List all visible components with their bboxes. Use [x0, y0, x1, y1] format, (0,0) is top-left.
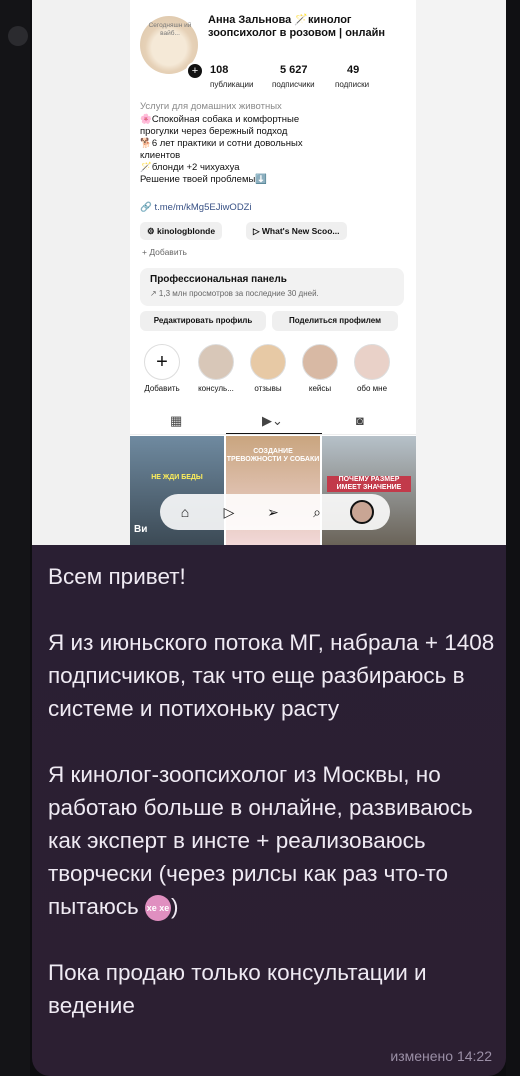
professional-dashboard: Профессиональная панель ↗ 1,3 млн просмо…	[140, 268, 404, 306]
avatar-note: Сегодняшн ий вайб...	[148, 22, 192, 37]
search-icon: ⌕	[313, 504, 321, 520]
tagged-icon: ◙	[356, 413, 364, 428]
stat-following-value: 49	[347, 64, 360, 76]
highlight-label: консуль...	[198, 384, 234, 393]
reels-nav-icon: ▷	[223, 504, 235, 520]
paragraph-about-closing: )	[171, 894, 179, 919]
highlight-label: кейсы	[308, 384, 332, 393]
profile-name: Анна Зальнова 🪄кинолог зоопсихолог в роз…	[208, 14, 386, 39]
profile-tabs: ▦ ▶⌄ ◙	[130, 408, 416, 435]
paragraph-intro: Я из июньского потока МГ, набрала + 1408…	[48, 630, 495, 721]
profile-category: Услуги для домашних животных	[140, 101, 282, 112]
share-profile-button: Поделиться профилем	[272, 311, 398, 331]
post-caption: НЕ ЖДИ БЕДЫ	[151, 474, 203, 481]
stat-following-label: подписки	[335, 80, 370, 89]
profile-bio: 🌸Спокойная собака и комфортные прогулки …	[140, 114, 303, 185]
paragraph-sales: Пока продаю только консультации и ведени…	[48, 960, 427, 1018]
highlight-add: + Добавить	[142, 344, 182, 393]
dashboard-title: Профессиональная панель	[150, 274, 287, 285]
add-button: + Добавить	[142, 247, 187, 257]
highlight-thumb	[250, 344, 286, 380]
attached-screenshot[interactable]: Сегодняшн ий вайб... + Анна Зальнова 🪄ки…	[32, 0, 506, 545]
post-caption: СОЗДАНИЕ ТРЕВОЖНОСТИ У СОБАКИ	[226, 448, 320, 463]
profile-icon	[350, 500, 374, 524]
dashboard-subtitle: ↗ 1,3 млн просмотров за последние 30 дне…	[150, 289, 319, 298]
stat-followers-label: подписчики	[272, 80, 315, 89]
highlight-label: обо мне	[356, 384, 388, 393]
highlight-label: Добавить	[144, 384, 180, 393]
stat-posts-label: публикации	[210, 80, 254, 89]
highlight-label: отзывы	[254, 384, 282, 393]
chat-left-gutter	[0, 0, 30, 1076]
add-story-icon: +	[186, 62, 204, 80]
screenshot-margin-left	[32, 0, 130, 545]
reels-icon: ▶⌄	[262, 413, 283, 428]
paragraph-greeting: Всем привет!	[48, 564, 186, 589]
home-icon: ⌂	[180, 504, 190, 520]
screenshot-margin-right	[416, 0, 506, 545]
laughing-emoji-icon: xe xe	[145, 895, 172, 922]
post-caption: ПОЧЕМУ РАЗМЕР ИМЕЕТ ЗНАЧЕНИЕ	[327, 476, 411, 492]
grid-icon: ▦	[170, 413, 183, 428]
highlight-thumb	[198, 344, 234, 380]
highlight-thumb	[302, 344, 338, 380]
highlight-item: отзывы	[248, 344, 288, 393]
paragraph-about: Я кинолог-зоопсихолог из Москвы, но рабо…	[48, 758, 496, 923]
message-text: Всем привет! Я из июньского потока МГ, н…	[48, 560, 496, 1055]
post-caption-bottom: Ви	[134, 524, 148, 535]
active-tab-indicator	[226, 433, 322, 434]
instagram-nav-bar: ⌂ ▷ ➢ ⌕	[160, 494, 390, 530]
highlight-thumb	[354, 344, 390, 380]
stat-posts-value: 108	[210, 64, 229, 76]
send-icon: ➢	[267, 504, 279, 520]
instagram-profile: Сегодняшн ий вайб... + Анна Зальнова 🪄ки…	[130, 0, 416, 545]
message-bubble[interactable]: Сегодняшн ий вайб... + Анна Зальнова 🪄ки…	[32, 0, 506, 1076]
sender-avatar[interactable]	[8, 26, 28, 46]
highlight-item: кейсы	[300, 344, 340, 393]
message-meta: изменено 14:22	[390, 1048, 492, 1064]
plus-icon: +	[144, 344, 180, 380]
highlight-item: консуль...	[196, 344, 236, 393]
stat-followers-value: 5 627	[280, 64, 308, 76]
chip-threads: ⚙ kinologblonde	[140, 222, 223, 240]
paragraph-about-text: Я кинолог-зоопсихолог из Москвы, но рабо…	[48, 762, 473, 919]
chip-music: ▷ What's New Scoo...	[246, 222, 347, 240]
edit-profile-button: Редактировать профиль	[140, 311, 266, 331]
highlight-item: обо мне	[352, 344, 392, 393]
profile-link: 🔗 t.me/m/kMg5EJiwODZi	[140, 202, 252, 213]
chat-right-gutter	[506, 0, 520, 1076]
